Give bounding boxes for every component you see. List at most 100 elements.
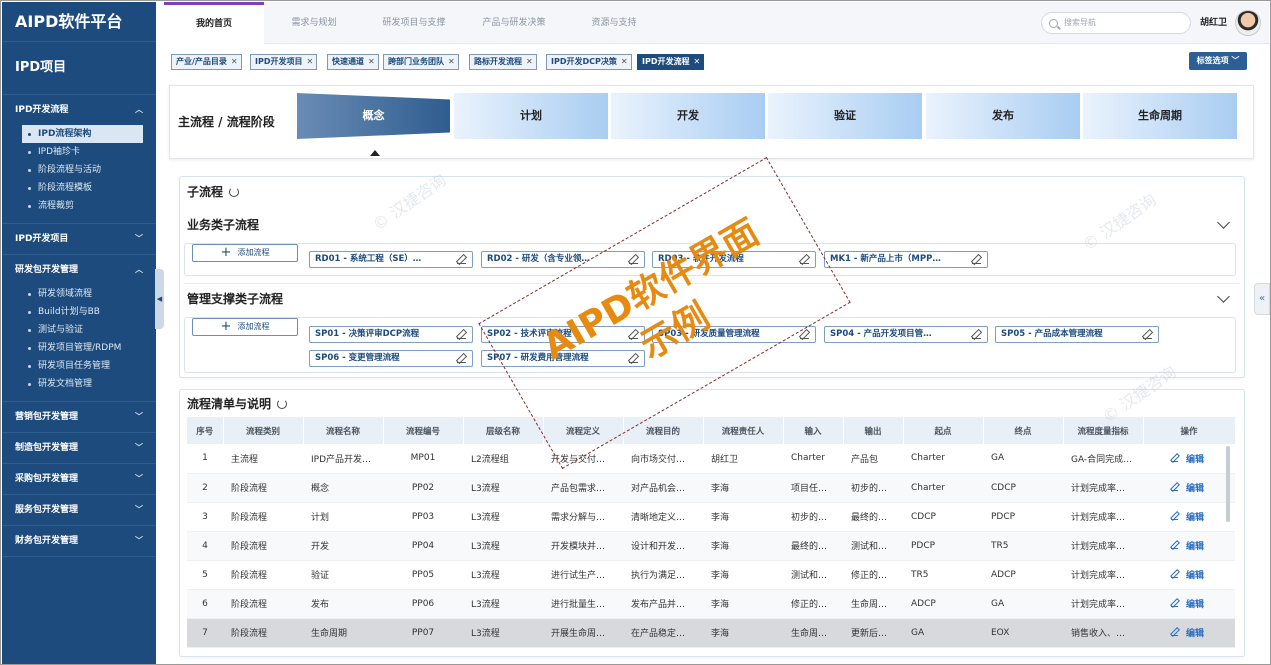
edit-pen-icon[interactable] [972, 330, 981, 339]
edit-link[interactable]: 编辑 [1186, 600, 1204, 610]
edit-action[interactable]: 编辑 [1143, 502, 1235, 532]
tab-requirements[interactable]: 需求与规划 [264, 2, 364, 44]
sidebar-collapse-handle[interactable]: ◀ [155, 269, 164, 329]
tab-resources[interactable]: 资源与支持 [564, 2, 664, 44]
phase-concept[interactable]: 概念 [297, 93, 450, 139]
chip-mk1[interactable]: MK1 - 新产品上市（MPP… [824, 251, 988, 268]
table-row[interactable]: 5 阶段流程 验证 PP05 L3流程 进行试生产… 执行为满足… 李海 测试和… 修正的… TR5… [187, 560, 1235, 590]
chip-sp06[interactable]: SP06 - 变更管理流程 [309, 350, 473, 367]
edit-link[interactable]: 编辑 [1186, 542, 1204, 552]
edit-pen-icon[interactable] [457, 330, 466, 339]
edit-action[interactable]: 编辑 [1143, 473, 1235, 503]
tag-product-catalog[interactable]: 产业/产品目录 ✕ [171, 54, 242, 70]
chip-sp05[interactable]: SP05 - 产品成本管理流程 [995, 326, 1159, 343]
sidebar-item-rdpm[interactable]: 研发项目管理/RDPM [22, 339, 143, 357]
refresh-icon[interactable] [229, 187, 240, 197]
tag-cross-team[interactable]: 跨部门业务团队 ✕ [383, 54, 459, 70]
tab-rd-projects[interactable]: 研发项目与支撑 [364, 2, 464, 44]
sidebar-group-header[interactable]: 财务包开发管理 ﹀ [2, 526, 156, 556]
tab-decisions[interactable]: 产品与研发决策 [464, 2, 564, 44]
edit-pen-icon[interactable] [629, 330, 638, 339]
edit-link[interactable]: 编辑 [1186, 455, 1204, 465]
edit-action[interactable]: 编辑 [1143, 589, 1235, 619]
chip-rd02[interactable]: RD02 - 研发（含专业领… [481, 251, 645, 268]
sidebar-group-header[interactable]: 营销包开发管理 ﹀ [2, 402, 156, 432]
close-icon[interactable]: ✕ [368, 57, 375, 66]
chip-rd01[interactable]: RD01 - 系统工程（SE）… [309, 251, 473, 268]
phase-launch[interactable]: 发布 [926, 93, 1080, 139]
edit-action[interactable]: 编辑 [1143, 444, 1235, 474]
edit-link[interactable]: 编辑 [1186, 513, 1204, 523]
edit-action[interactable]: 编辑 [1143, 618, 1235, 648]
phase-verify[interactable]: 验证 [768, 93, 922, 139]
tag-dcp[interactable]: IPD开发DCP决策 ✕ [546, 54, 632, 70]
sidebar-item-build-plan[interactable]: Build计划与BB [22, 303, 143, 321]
close-icon[interactable]: ✕ [306, 57, 313, 66]
edit-pen-icon[interactable] [629, 255, 638, 264]
edit-pen-icon[interactable] [800, 255, 809, 264]
table-row[interactable]: 3 阶段流程 计划 PP03 L3流程 需求分解与… 清晰地定义… 李海 初步的… 最终的… CDC… [187, 502, 1235, 532]
sidebar-item-ipd-architecture[interactable]: IPD流程架构 [22, 125, 143, 143]
tab-home[interactable]: 我的首页 [164, 2, 264, 44]
chip-sp04[interactable]: SP04 - 产品开发项目管… [824, 326, 988, 343]
avatar[interactable] [1235, 10, 1261, 36]
chevron-down-icon[interactable] [1217, 216, 1230, 229]
close-icon[interactable]: ✕ [693, 57, 700, 66]
tag-ipd-process[interactable]: IPD开发流程 ✕ [637, 54, 705, 70]
right-panel-expand-handle[interactable]: « [1254, 283, 1270, 315]
edit-link[interactable]: 编辑 [1186, 484, 1204, 494]
chip-sp03[interactable]: SP03 - 研发质量管理流程 [652, 326, 816, 343]
sidebar-group-header[interactable]: 制造包开发管理 ﹀ [2, 433, 156, 463]
tag-ipd-projects[interactable]: IPD开发项目 ✕ [250, 54, 318, 70]
tag-fast-track[interactable]: 快速通道 ✕ [327, 54, 379, 70]
table-scrollbar[interactable] [1226, 446, 1230, 522]
table-row[interactable]: 1 主流程 IPD产品开发… MP01 L2流程组 开发与交付… 向市场交付… 胡红卫 Char… [187, 444, 1235, 474]
phase-plan[interactable]: 计划 [454, 93, 608, 139]
edit-pen-icon[interactable] [972, 255, 981, 264]
edit-pen-icon[interactable] [457, 354, 466, 363]
chip-sp07[interactable]: SP07 - 研发费用管理流程 [481, 350, 645, 367]
sidebar-group-header[interactable]: 研发包开发管理 ︿ [2, 255, 156, 285]
sidebar-item-ipd-pocket-card[interactable]: IPD袖珍卡 [22, 143, 143, 161]
sidebar-item-stage-activities[interactable]: 阶段流程与活动 [22, 161, 143, 179]
edit-pen-icon[interactable] [1143, 330, 1152, 339]
edit-link[interactable]: 编辑 [1186, 571, 1204, 581]
close-icon[interactable]: ✕ [448, 57, 455, 66]
sidebar-item-stage-templates[interactable]: 阶段流程模板 [22, 179, 143, 197]
tag-roadmap[interactable]: 路标开发流程 ✕ [469, 54, 537, 70]
edit-pen-icon[interactable] [457, 255, 466, 264]
sidebar-item-testing[interactable]: 测试与验证 [22, 321, 143, 339]
edit-action[interactable]: 编辑 [1143, 560, 1235, 590]
refresh-icon[interactable] [277, 399, 288, 409]
edit-action[interactable]: 编辑 [1143, 531, 1235, 561]
chip-sp01[interactable]: SP01 - 决策评审DCP流程 [309, 326, 473, 343]
edit-pen-icon[interactable] [800, 330, 809, 339]
phase-develop[interactable]: 开发 [611, 93, 765, 139]
table-row[interactable]: 6 阶段流程 发布 PP06 L3流程 进行批量生… 发布产品并… 李海 修正的… 生命周… ADC… [187, 589, 1235, 619]
table-row[interactable]: 7 阶段流程 生命周期 PP07 L3流程 开展生命周… 在产品稳定… 李海 生命周… 更新后… G… [187, 618, 1235, 648]
table-cell: 清晰地定义… [623, 502, 703, 532]
sidebar-item-rd-tasks[interactable]: 研发项目任务管理 [22, 357, 143, 375]
sidebar-group-header[interactable]: 服务包开发管理 ﹀ [2, 495, 156, 525]
sidebar-group-header[interactable]: IPD开发流程 ︿ [2, 95, 156, 125]
close-icon[interactable]: ✕ [231, 57, 238, 66]
chevron-down-icon[interactable] [1217, 290, 1230, 303]
search-input[interactable]: 搜索导航 [1041, 12, 1191, 34]
edit-link[interactable]: 编辑 [1186, 629, 1204, 639]
chip-rd03[interactable]: RD03 - 软件开发流程 [652, 251, 816, 268]
sidebar-item-rd-domain[interactable]: 研发领域流程 [22, 285, 143, 303]
chip-sp02[interactable]: SP02 - 技术评审流程 [481, 326, 645, 343]
add-support-flow-button[interactable]: + 添加流程 [192, 318, 298, 336]
sidebar-group-header[interactable]: IPD开发项目 ﹀ [2, 224, 156, 254]
close-icon[interactable]: ✕ [621, 57, 628, 66]
table-row[interactable]: 2 阶段流程 概念 PP02 L3流程 产品包需求… 对产品机会… 李海 项目任… 初步的… Cha… [187, 473, 1235, 503]
sidebar-item-process-tailoring[interactable]: 流程裁剪 [22, 197, 143, 215]
close-icon[interactable]: ✕ [526, 57, 533, 66]
sidebar-group-header[interactable]: 采购包开发管理 ﹀ [2, 464, 156, 494]
edit-pen-icon[interactable] [629, 354, 638, 363]
phase-lifecycle[interactable]: 生命周期 [1083, 93, 1237, 139]
tag-options-button[interactable]: 标签选项 ﹀ [1189, 52, 1247, 70]
table-row[interactable]: 4 阶段流程 开发 PP04 L3流程 开发模块并… 设计和开发… 李海 最终的… 测试和… PDC… [187, 531, 1235, 561]
add-business-flow-button[interactable]: + 添加流程 [192, 244, 298, 262]
sidebar-item-rd-docs[interactable]: 研发文档管理 [22, 375, 143, 393]
